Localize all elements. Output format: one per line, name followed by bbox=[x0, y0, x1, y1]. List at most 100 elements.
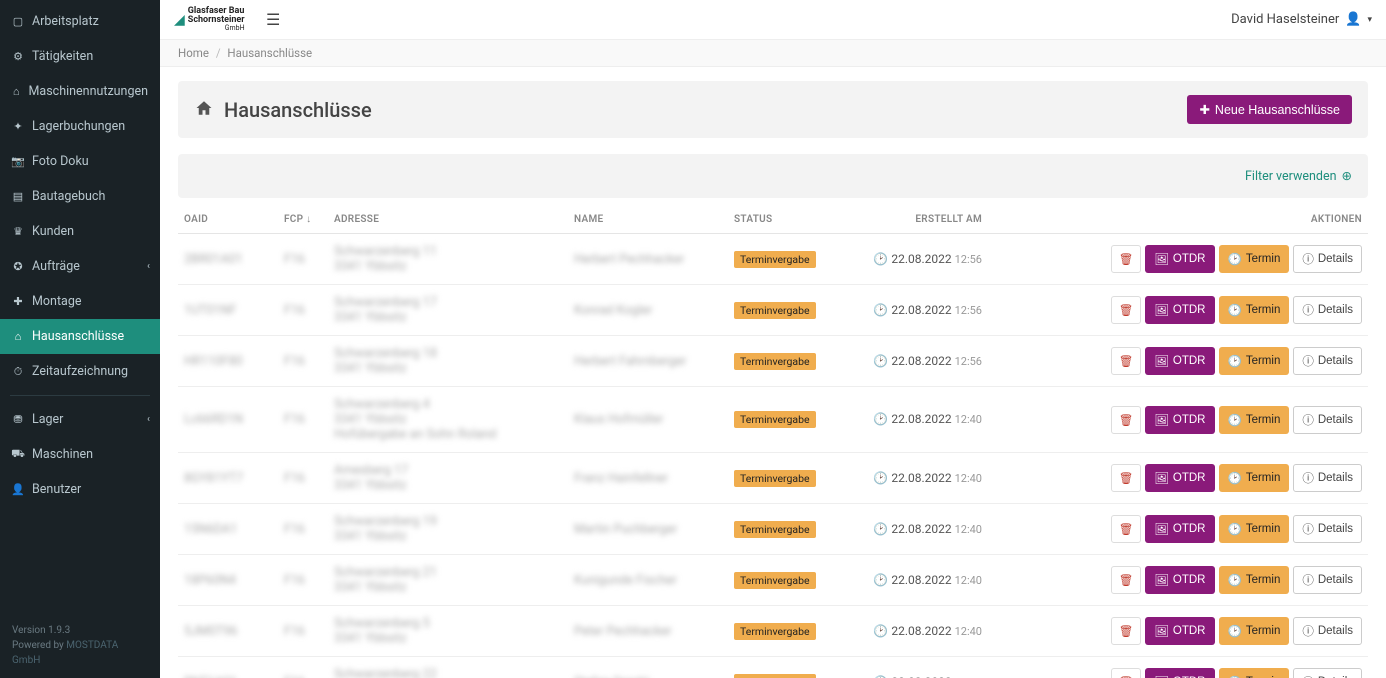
termin-button[interactable]: 🕑 Termin bbox=[1219, 347, 1290, 375]
otdr-button[interactable]: 🖼 OTDR bbox=[1145, 617, 1214, 645]
termin-button[interactable]: 🕑 Termin bbox=[1219, 296, 1290, 324]
info-icon: ⓘ bbox=[1302, 412, 1314, 428]
sidebar-item-bautagebuch[interactable]: ▤Bautagebuch bbox=[0, 179, 160, 214]
cell-adresse: Schwarzenberg 193341 Ybbsitz bbox=[334, 514, 562, 544]
cell-created: 🕑 22.08.2022 12:40 bbox=[873, 624, 982, 638]
table-row: 15N6DA1F16Schwarzenberg 193341 YbbsitzMa… bbox=[178, 504, 1368, 555]
col-fcp[interactable]: FCP ↓ bbox=[278, 206, 328, 234]
sidebar-item-hausanschluesse[interactable]: ⌂Hausanschlüsse bbox=[0, 319, 160, 354]
otdr-button[interactable]: 🖼 OTDR bbox=[1145, 566, 1214, 594]
details-button[interactable]: ⓘ Details bbox=[1293, 347, 1362, 375]
details-button[interactable]: ⓘ Details bbox=[1293, 406, 1362, 434]
sidebar-item-label: Montage bbox=[32, 294, 81, 309]
sidebar-item-kunden[interactable]: ♛Kunden bbox=[0, 214, 160, 249]
delete-button[interactable]: 🗑 bbox=[1111, 464, 1142, 492]
sidebar-item-maschinen[interactable]: ⛟Maschinen bbox=[0, 437, 160, 472]
sidebar-item-montage[interactable]: ✚ Montage bbox=[0, 284, 160, 319]
delete-button[interactable]: 🗑 bbox=[1111, 515, 1142, 543]
cell-oaid: 18P60N4 bbox=[184, 573, 236, 588]
details-button[interactable]: ⓘ Details bbox=[1293, 464, 1362, 492]
details-button[interactable]: ⓘ Details bbox=[1293, 245, 1362, 273]
delete-button[interactable]: 🗑 bbox=[1111, 296, 1142, 324]
kunden-icon: ♛ bbox=[12, 225, 24, 238]
otdr-button[interactable]: 🖼 OTDR bbox=[1145, 296, 1214, 324]
image-icon: 🖼 bbox=[1154, 413, 1169, 427]
delete-button[interactable]: 🗑 bbox=[1111, 406, 1142, 434]
details-button[interactable]: ⓘ Details bbox=[1293, 515, 1362, 543]
clock-icon: 🕑 bbox=[1228, 573, 1242, 587]
lagerbuchungen-icon: ✦ bbox=[12, 120, 24, 133]
termin-button[interactable]: 🕑 Termin bbox=[1219, 464, 1290, 492]
sidebar-item-taetigkeiten[interactable]: ⚙Tätigkeiten bbox=[0, 39, 160, 74]
details-button[interactable]: ⓘ Details bbox=[1293, 668, 1362, 678]
sidebar-item-label: Tätigkeiten bbox=[32, 49, 93, 64]
sidebar-item-lagerbuchungen[interactable]: ✦ Lagerbuchungen bbox=[0, 109, 160, 144]
termin-button[interactable]: 🕑 Termin bbox=[1219, 245, 1290, 273]
cell-oaid: HR110F80 bbox=[184, 354, 243, 369]
delete-button[interactable]: 🗑 bbox=[1111, 668, 1142, 678]
sidebar-item-zeitaufzeichnung[interactable]: ⏱Zeitaufzeichnung bbox=[0, 354, 160, 389]
sidebar-item-auftraege[interactable]: ✪Aufträge‹ bbox=[0, 249, 160, 284]
delete-button[interactable]: 🗑 bbox=[1111, 566, 1142, 594]
montage-icon: ✚ bbox=[12, 295, 24, 308]
cell-name: Franz Hainfellner bbox=[574, 471, 668, 486]
sidebar-item-arbeitsplatz[interactable]: ▢Arbeitsplatz bbox=[0, 4, 160, 39]
sidebar-item-lager[interactable]: ⛃Lager‹ bbox=[0, 402, 160, 437]
col-status[interactable]: STATUS bbox=[728, 206, 848, 234]
otdr-button[interactable]: 🖼 OTDR bbox=[1145, 668, 1214, 678]
sidebar-item-label: Hausanschlüsse bbox=[32, 329, 124, 344]
breadcrumb-home[interactable]: Home bbox=[178, 46, 209, 60]
status-badge: Terminvergabe bbox=[734, 623, 816, 640]
details-button[interactable]: ⓘ Details bbox=[1293, 566, 1362, 594]
otdr-button[interactable]: 🖼 OTDR bbox=[1145, 245, 1214, 273]
sidebar-item-label: Lagerbuchungen bbox=[32, 119, 125, 134]
delete-button[interactable]: 🗑 bbox=[1111, 347, 1142, 375]
auftraege-icon: ✪ bbox=[12, 260, 24, 273]
otdr-button[interactable]: 🖼 OTDR bbox=[1145, 464, 1214, 492]
sidebar-nav: ▢Arbeitsplatz⚙Tätigkeiten⌂Maschinennutzu… bbox=[0, 0, 160, 613]
benutzer-icon: 👤 bbox=[12, 483, 24, 496]
user-menu[interactable]: David Haselsteiner 👤 ▾ bbox=[1231, 12, 1372, 27]
logo-icon: ◢ bbox=[174, 13, 185, 27]
otdr-button[interactable]: 🖼 OTDR bbox=[1145, 347, 1214, 375]
new-hausanschluesse-button[interactable]: ✚ Neue Hausanschlüsse bbox=[1187, 95, 1352, 124]
termin-button[interactable]: 🕑 Termin bbox=[1219, 668, 1290, 678]
col-oaid[interactable]: OAID bbox=[178, 206, 278, 234]
details-button[interactable]: ⓘ Details bbox=[1293, 296, 1362, 324]
delete-button[interactable]: 🗑 bbox=[1111, 245, 1142, 273]
info-icon: ⓘ bbox=[1302, 674, 1314, 678]
otdr-button[interactable]: 🖼 OTDR bbox=[1145, 515, 1214, 543]
clock-icon: 🕑 bbox=[1228, 354, 1242, 368]
sidebar-item-label: Zeitaufzeichnung bbox=[32, 364, 128, 379]
image-icon: 🖼 bbox=[1154, 624, 1169, 638]
sidebar-item-maschinennutzungen[interactable]: ⌂Maschinennutzungen bbox=[0, 74, 160, 109]
termin-button[interactable]: 🕑 Termin bbox=[1219, 617, 1290, 645]
clock-icon: 🕑 bbox=[1228, 471, 1242, 485]
termin-button[interactable]: 🕑 Termin bbox=[1219, 406, 1290, 434]
col-erstellt[interactable]: ERSTELLT AM bbox=[848, 206, 988, 234]
sidebar-item-label: Maschinennutzungen bbox=[29, 84, 149, 99]
clock-icon: 🕑 bbox=[873, 252, 888, 266]
filter-toggle[interactable]: Filter verwenden ⊕ bbox=[1245, 168, 1352, 184]
termin-button[interactable]: 🕑 Termin bbox=[1219, 515, 1290, 543]
table-row: 1UT01NFF16Schwarzenberg 173341 YbbsitzKo… bbox=[178, 285, 1368, 336]
details-button[interactable]: ⓘ Details bbox=[1293, 617, 1362, 645]
cell-name: Stefan Sprohl bbox=[574, 675, 649, 678]
foto-doku-icon: 📷 bbox=[12, 155, 24, 168]
col-name[interactable]: NAME bbox=[568, 206, 728, 234]
col-adresse[interactable]: ADRESSE bbox=[328, 206, 568, 234]
sidebar-item-foto-doku[interactable]: 📷Foto Doku bbox=[0, 144, 160, 179]
cell-created: 🕑 22.08.2022 12:56 bbox=[873, 252, 982, 266]
lager-icon: ⛃ bbox=[12, 413, 24, 426]
sidebar: ▢Arbeitsplatz⚙Tätigkeiten⌂Maschinennutzu… bbox=[0, 0, 160, 678]
logo[interactable]: ◢ Glasfaser Bau Schornsteiner GmbH bbox=[174, 7, 252, 33]
termin-button[interactable]: 🕑 Termin bbox=[1219, 566, 1290, 594]
sidebar-item-benutzer[interactable]: 👤Benutzer bbox=[0, 472, 160, 507]
clock-icon: 🕑 bbox=[873, 471, 888, 485]
delete-button[interactable]: 🗑 bbox=[1111, 617, 1142, 645]
otdr-button[interactable]: 🖼 OTDR bbox=[1145, 406, 1214, 434]
user-name: David Haselsteiner bbox=[1231, 12, 1339, 27]
cell-adresse: Schwarzenberg 113341 Ybbsitz bbox=[334, 244, 562, 274]
cell-adresse: Schwarzenberg 173341 Ybbsitz bbox=[334, 295, 562, 325]
menu-toggle-icon[interactable]: ☰ bbox=[266, 10, 280, 29]
